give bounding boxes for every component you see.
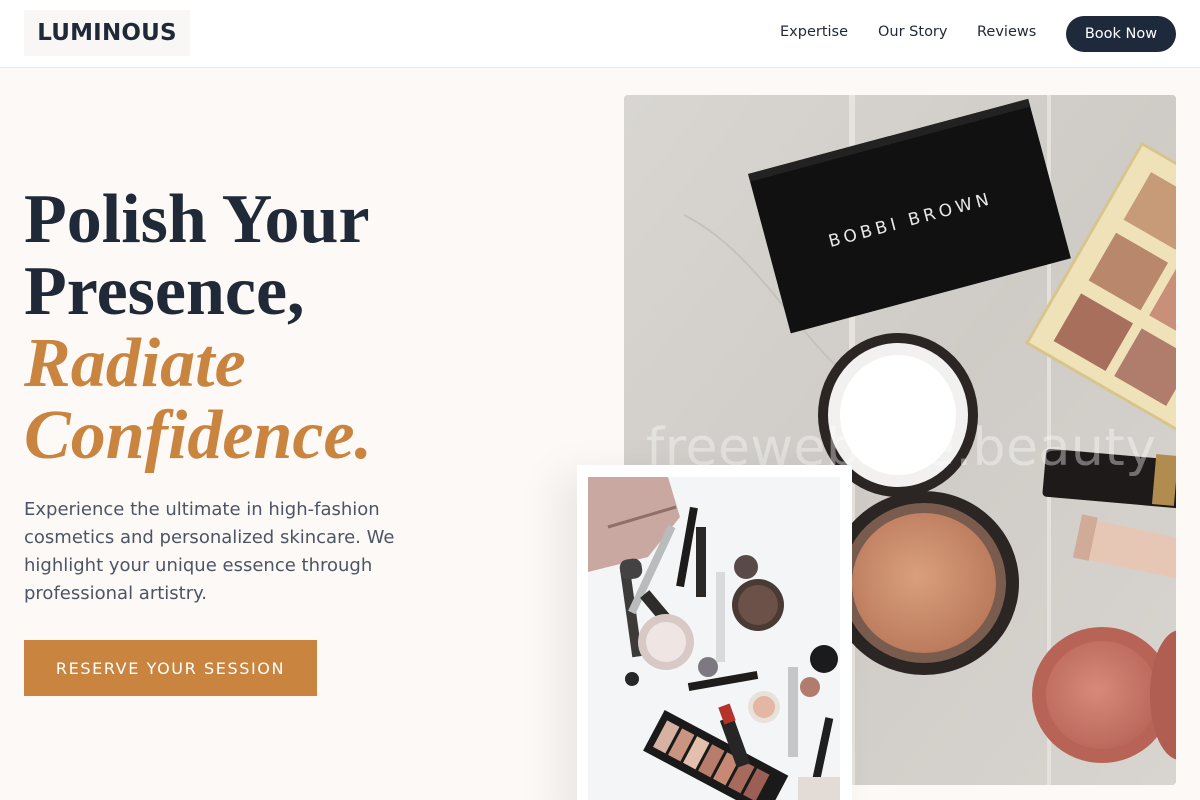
bronze-powder-compact <box>829 491 1019 675</box>
headline-accent-line-1: Radiate <box>24 325 246 402</box>
hero-headline: Polish Your Presence, Radiate Confidence… <box>24 184 544 472</box>
headline-line-1: Polish Your <box>24 181 370 258</box>
headline-line-2: Presence, <box>24 253 305 330</box>
brand-logo[interactable]: LUMINOUS <box>24 10 190 56</box>
site-header: LUMINOUS Expertise Our Story Reviews Boo… <box>0 0 1200 68</box>
makeup-tools-illustration <box>588 477 840 800</box>
secondary-photo-card <box>577 465 852 800</box>
nav-link-our-story[interactable]: Our Story <box>878 24 947 40</box>
headline-accent-line-2: Confidence. <box>24 397 373 474</box>
nav-link-reviews[interactable]: Reviews <box>977 24 1036 40</box>
nav-link-expertise[interactable]: Expertise <box>780 24 848 40</box>
book-now-button[interactable]: Book Now <box>1066 16 1176 52</box>
makeup-tools-photo <box>588 477 840 800</box>
reserve-session-button[interactable]: RESERVE YOUR SESSION <box>24 640 317 696</box>
hero-description: Experience the ultimate in high-fashion … <box>24 499 395 604</box>
